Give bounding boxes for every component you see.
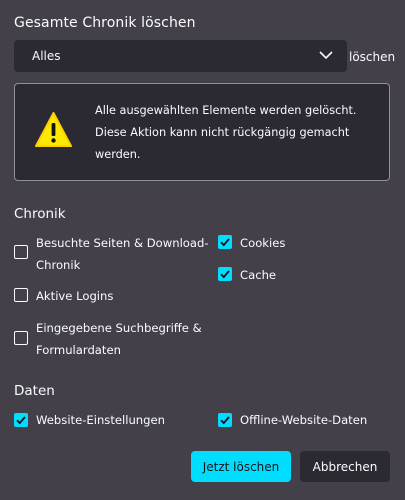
- checkbox-form-search-data[interactable]: [14, 331, 28, 345]
- label-form-search-data[interactable]: Eingegebene Suchbegriffe & Formulardaten: [36, 317, 211, 361]
- chevron-down-icon: [319, 51, 333, 60]
- checkbox-history[interactable]: [14, 245, 28, 259]
- checkmark-icon: [220, 238, 230, 247]
- label-site-settings[interactable]: Website-Einstellungen: [36, 409, 165, 431]
- label-cookies[interactable]: Cookies: [240, 232, 285, 254]
- section-heading-chronik: Chronik: [14, 206, 66, 222]
- checkmark-icon: [16, 416, 26, 425]
- warning-text: Alle ausgewählten Elemente werden gelösc…: [95, 104, 357, 161]
- checkbox-site-settings[interactable]: [14, 413, 28, 427]
- checkbox-offline-data[interactable]: [218, 413, 232, 427]
- time-range-suffix: löschen: [349, 50, 396, 64]
- warning-triangle-icon: [35, 112, 72, 147]
- dialog-title: Gesamte Chronik löschen: [14, 15, 196, 31]
- checkmark-icon: [220, 416, 230, 425]
- time-range-value: Alles: [32, 49, 61, 63]
- checkmark-icon: [220, 270, 230, 279]
- clear-now-button[interactable]: Jetzt löschen: [191, 451, 291, 482]
- cancel-button[interactable]: Abbrechen: [300, 451, 390, 482]
- section-heading-daten: Daten: [14, 383, 55, 399]
- checkbox-cache[interactable]: [218, 267, 232, 281]
- label-offline-data[interactable]: Offline-Website-Daten: [240, 409, 367, 431]
- checkbox-active-logins[interactable]: [14, 288, 28, 302]
- warning-box: Alle ausgewählten Elemente werden gelösc…: [14, 83, 390, 181]
- label-cache[interactable]: Cache: [240, 264, 276, 286]
- time-range-select[interactable]: Alles: [14, 40, 347, 72]
- checkbox-cookies[interactable]: [218, 235, 232, 249]
- label-history[interactable]: Besuchte Seiten & Download-Chronik: [36, 232, 216, 276]
- label-active-logins[interactable]: Aktive Logins: [36, 285, 113, 307]
